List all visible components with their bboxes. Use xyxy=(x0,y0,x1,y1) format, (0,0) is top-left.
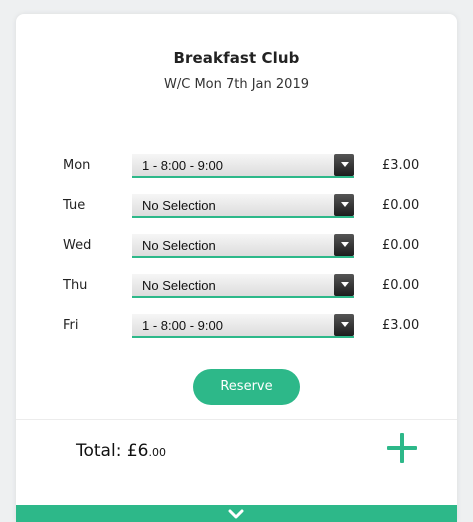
day-label: Wed xyxy=(63,238,92,253)
reserve-button[interactable]: Reserve xyxy=(193,369,300,405)
dropdown-arrow-icon[interactable] xyxy=(334,194,354,216)
day-row-mon: Mon 1 - 8:00 - 9:00 £3.00 xyxy=(16,154,457,182)
session-select-wed[interactable]: No Selection xyxy=(132,234,354,258)
day-row-tue: Tue No Selection £0.00 xyxy=(16,194,457,222)
day-label: Thu xyxy=(63,278,88,293)
day-price: £0.00 xyxy=(382,238,420,253)
day-row-fri: Fri 1 - 8:00 - 9:00 £3.00 xyxy=(16,314,457,342)
day-row-wed: Wed No Selection £0.00 xyxy=(16,234,457,262)
select-value: No Selection xyxy=(142,278,216,293)
session-select-tue[interactable]: No Selection xyxy=(132,194,354,218)
chevron-down-icon[interactable] xyxy=(228,508,244,522)
week-commencing: W/C Mon 7th Jan 2019 xyxy=(164,77,309,92)
day-row-thu: Thu No Selection £0.00 xyxy=(16,274,457,302)
divider xyxy=(16,419,457,420)
day-label: Fri xyxy=(63,318,79,333)
session-select-thu[interactable]: No Selection xyxy=(132,274,354,298)
booking-card: Breakfast Club W/C Mon 7th Jan 2019 Mon … xyxy=(16,14,457,522)
total-amount: Total: £6.00 xyxy=(76,441,166,461)
dropdown-arrow-icon[interactable] xyxy=(334,274,354,296)
select-value: No Selection xyxy=(142,198,216,213)
select-value: 1 - 8:00 - 9:00 xyxy=(142,318,223,333)
dropdown-arrow-icon[interactable] xyxy=(334,154,354,176)
day-price: £3.00 xyxy=(382,318,420,333)
dropdown-arrow-icon[interactable] xyxy=(334,314,354,336)
day-label: Tue xyxy=(63,198,86,213)
session-select-mon[interactable]: 1 - 8:00 - 9:00 xyxy=(132,154,354,178)
day-price: £0.00 xyxy=(382,278,420,293)
day-price: £3.00 xyxy=(382,158,420,173)
expand-bar[interactable] xyxy=(16,505,457,522)
day-label: Mon xyxy=(63,158,91,173)
plus-icon[interactable] xyxy=(387,433,417,463)
total-cents: .00 xyxy=(148,446,166,459)
select-value: No Selection xyxy=(142,238,216,253)
total-label: Total: £6 xyxy=(76,441,149,461)
day-price: £0.00 xyxy=(382,198,420,213)
dropdown-arrow-icon[interactable] xyxy=(334,234,354,256)
club-title: Breakfast Club xyxy=(173,49,300,67)
session-select-fri[interactable]: 1 - 8:00 - 9:00 xyxy=(132,314,354,338)
select-value: 1 - 8:00 - 9:00 xyxy=(142,158,223,173)
